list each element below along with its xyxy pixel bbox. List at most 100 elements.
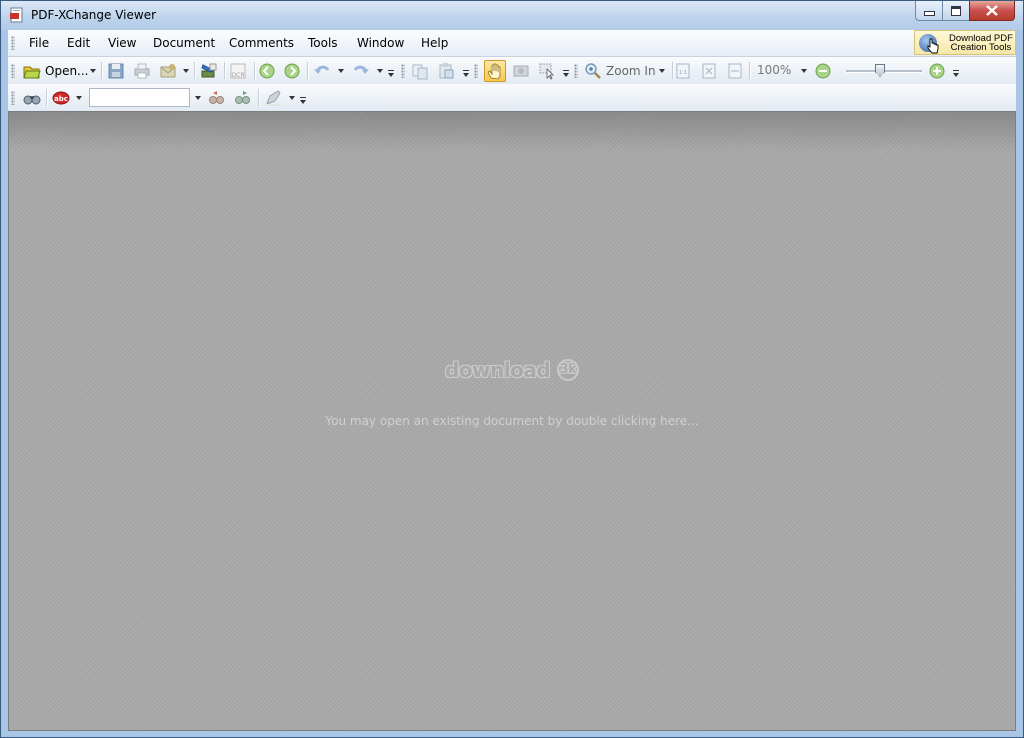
separator (46, 89, 48, 106)
separator (101, 62, 103, 79)
actual-size-button[interactable]: 1:1 (673, 61, 693, 81)
search-prev-button[interactable] (207, 88, 227, 108)
watermark-logo: download 3k (445, 358, 585, 384)
menu-comments[interactable]: Comments (229, 36, 294, 50)
fit-page-icon (702, 63, 716, 79)
main-toolbar: Open... OCR Zoom In 1:1 100% (8, 57, 1016, 85)
search-input[interactable] (89, 88, 190, 107)
menu-view[interactable]: View (108, 36, 136, 50)
print-button[interactable] (132, 61, 152, 81)
hand-tool-button[interactable] (484, 60, 506, 82)
redo-dropdown-arrow[interactable] (377, 69, 383, 73)
select-icon (539, 63, 554, 80)
watermark-badge: 3k (557, 359, 579, 381)
search-next-button[interactable] (233, 88, 253, 108)
highlight-dropdown-arrow[interactable] (289, 96, 295, 100)
promo-text: Download PDF Creation Tools (949, 34, 1013, 53)
binoculars-icon (23, 95, 41, 105)
select-tool-button[interactable] (537, 61, 557, 81)
close-button[interactable] (969, 1, 1015, 21)
search-dropdown-arrow[interactable] (195, 96, 201, 100)
menubar-grip[interactable] (11, 36, 15, 50)
copy-button[interactable] (410, 61, 430, 81)
print-icon (134, 63, 150, 79)
email-dropdown-arrow[interactable] (183, 69, 189, 73)
toolbar-grip[interactable] (401, 64, 405, 78)
open-dropdown-arrow[interactable] (90, 69, 96, 73)
fit-page-button[interactable] (699, 61, 719, 81)
toolbar-overflow-arrow[interactable] (563, 70, 569, 77)
minimize-icon (923, 11, 935, 16)
spell-dropdown-arrow[interactable] (76, 96, 82, 100)
menu-help[interactable]: Help (421, 36, 448, 50)
toolbar-grip[interactable] (574, 64, 578, 78)
ocr-button[interactable]: OCR (228, 61, 248, 81)
toolbar-grip[interactable] (11, 64, 15, 78)
toolbar-overflow-arrow[interactable] (463, 70, 469, 77)
open-document-hint[interactable]: You may open an existing document by dou… (9, 414, 1015, 428)
minimize-button[interactable] (915, 1, 943, 21)
menu-document[interactable]: Document (153, 36, 215, 50)
separator (194, 62, 196, 79)
paste-button[interactable] (436, 61, 456, 81)
document-area[interactable]: download 3k You may open an existing doc… (8, 111, 1016, 731)
undo-dropdown-arrow[interactable] (338, 69, 344, 73)
ocr-icon: OCR (230, 63, 246, 79)
download-creation-tools-button[interactable]: Download PDF Creation Tools (914, 30, 1016, 55)
undo-icon (314, 65, 330, 74)
open-button[interactable] (22, 61, 42, 81)
toolbar-grip[interactable] (474, 64, 478, 78)
zoom-slider-thumb[interactable] (875, 64, 885, 77)
fit-width-icon (728, 63, 742, 79)
zoom-tool-dropdown-arrow[interactable] (659, 69, 665, 73)
separator (749, 62, 751, 79)
zoom-out-icon (815, 63, 831, 79)
maximize-button[interactable] (942, 1, 970, 21)
redo-button[interactable] (351, 61, 371, 81)
menu-tools[interactable]: Tools (308, 36, 338, 50)
toolbar-grip[interactable] (11, 91, 15, 105)
svg-text:OCR: OCR (231, 72, 244, 79)
promo-line2: Creation Tools (950, 42, 1012, 53)
fit-width-button[interactable] (725, 61, 745, 81)
find-button[interactable] (22, 88, 42, 108)
copy-icon (412, 64, 428, 80)
zoom-out-button[interactable] (813, 61, 833, 81)
menu-edit[interactable]: Edit (67, 36, 90, 50)
highlight-button[interactable] (263, 88, 283, 108)
toolbar-overflow-arrow[interactable] (388, 70, 394, 77)
spell-check-button[interactable]: abc (51, 88, 71, 108)
zoom-plus-button[interactable] (927, 61, 947, 81)
zoom-level-value[interactable]: 100% (757, 63, 791, 77)
search-toolbar: abc (8, 84, 1016, 112)
watermark-text: download (445, 358, 551, 382)
pdf-app-icon[interactable] (9, 7, 25, 23)
snapshot-button[interactable] (511, 61, 531, 81)
zoom-in-label[interactable]: Zoom In (606, 64, 656, 78)
back-button[interactable] (257, 61, 277, 81)
scan-button[interactable] (199, 61, 219, 81)
toolbar-overflow-arrow[interactable] (300, 97, 306, 104)
zoom-in-tool-button[interactable] (583, 61, 603, 81)
separator (307, 62, 309, 79)
forward-button[interactable] (282, 61, 302, 81)
zoom-level-dropdown-arrow[interactable] (801, 69, 807, 73)
separator (258, 89, 260, 106)
title-bar: PDF-XChange Viewer (1, 1, 1023, 30)
search-next-icon (235, 91, 250, 104)
undo-button[interactable] (312, 61, 332, 81)
separator (254, 62, 256, 79)
back-icon (259, 63, 275, 79)
forward-icon (284, 63, 300, 79)
actual-size-icon: 1:1 (676, 63, 690, 79)
toolbar-overflow-arrow[interactable] (953, 70, 959, 77)
menu-window[interactable]: Window (357, 36, 404, 50)
save-button[interactable] (106, 61, 126, 81)
email-button[interactable] (158, 61, 178, 81)
scan-icon (201, 63, 217, 78)
close-icon (986, 5, 998, 16)
redo-icon (353, 65, 369, 74)
menu-file[interactable]: File (29, 36, 49, 50)
window-title: PDF-XChange Viewer (31, 8, 157, 22)
open-label[interactable]: Open... (45, 64, 89, 78)
